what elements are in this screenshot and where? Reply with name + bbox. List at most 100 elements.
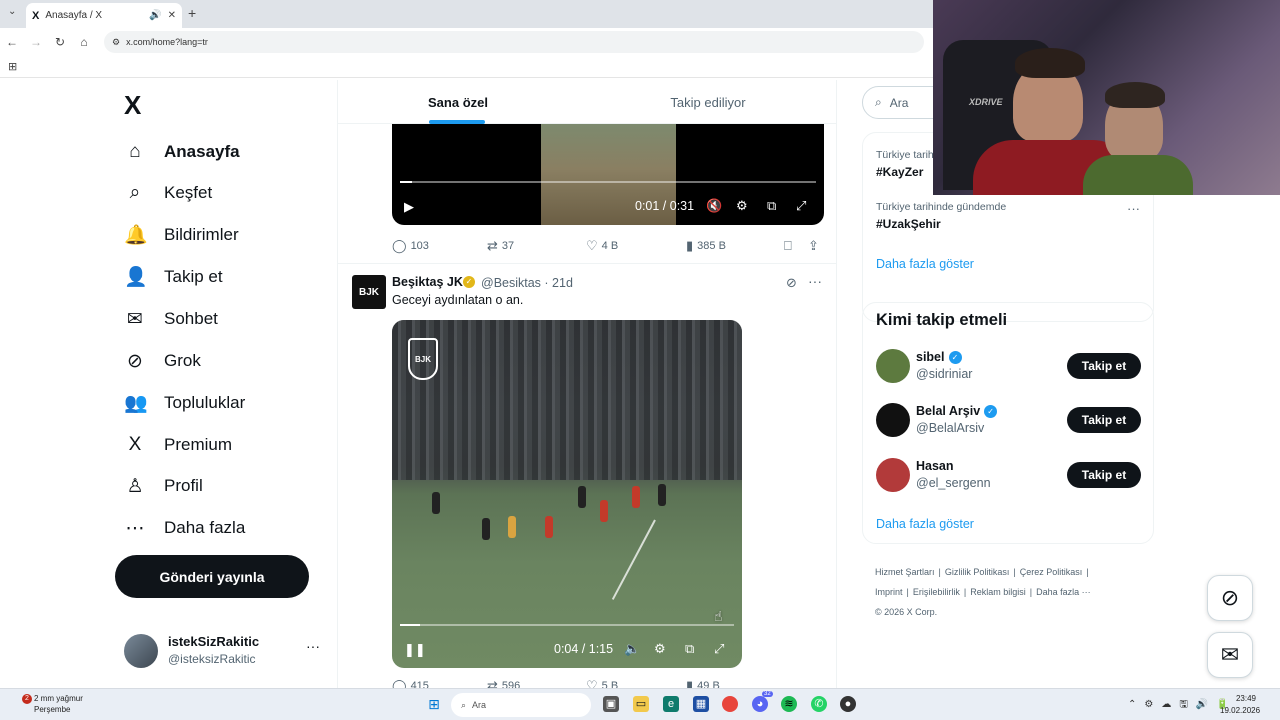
views-button[interactable]: ▮ 49 B: [686, 678, 720, 688]
repost-button[interactable]: ⇄ 596: [487, 678, 520, 688]
nav-item-mail[interactable]: ✉ Sohbet: [124, 303, 218, 335]
site-info-icon[interactable]: ⚙: [112, 37, 120, 48]
browser-tab[interactable]: X Anasayfa / X 🔊 ✕: [26, 3, 182, 28]
windows-start-icon[interactable]: ⊞: [426, 696, 442, 712]
like-button[interactable]: ♡ 5 B: [586, 678, 618, 688]
nav-item-home[interactable]: ⌂ Anasayfa: [124, 136, 239, 168]
clock[interactable]: 23:49 19.02.2026: [1220, 693, 1260, 717]
tweet[interactable]: BJK Beşiktaş JK ✓ @Besiktas · 21d Geceyi…: [338, 263, 836, 688]
suggestion-name[interactable]: sibel ✓: [916, 350, 962, 364]
video-progress-track[interactable]: [400, 181, 816, 183]
apps-grid-icon[interactable]: ⊞: [8, 60, 17, 73]
grok-icon[interactable]: ⊘: [786, 275, 797, 291]
fullscreen-icon[interactable]: ⤢: [714, 641, 724, 657]
follow-button[interactable]: Takip et: [1067, 407, 1141, 433]
account-switcher[interactable]: istekSizRakitic @isteksizRakitic ···: [124, 632, 324, 672]
pip-icon[interactable]: ⧉: [767, 198, 776, 214]
avatar[interactable]: [876, 458, 910, 492]
store-icon[interactable]: ▦: [693, 696, 709, 712]
player: [632, 486, 640, 508]
pip-icon[interactable]: ⧉: [685, 641, 694, 657]
taskbar-search[interactable]: ⌕ Ara: [451, 693, 591, 717]
nav-item-profile[interactable]: ♙ Profil: [124, 470, 202, 502]
video-player[interactable]: ▶ 0:01 / 0:31 🔇 ⚙ ⧉ ⤢: [392, 124, 824, 225]
nav-item-grok[interactable]: ⊘ Grok: [124, 345, 201, 377]
x-logo-icon[interactable]: X: [124, 90, 141, 121]
video-player[interactable]: BJK ❚❚ 0:04 / 1:15 🔈 ⚙ ⧉ ⤢: [392, 320, 742, 668]
nav-item-bell[interactable]: 🔔 Bildirimler: [124, 219, 239, 251]
tweet-author[interactable]: Beşiktaş JK: [392, 275, 463, 289]
nav-item-communities[interactable]: 👥 Topluluklar: [124, 387, 245, 419]
share-icon[interactable]: ⇪: [808, 238, 819, 254]
speaker-icon[interactable]: 🔊: [149, 10, 161, 21]
more-dots-icon[interactable]: ···: [1127, 201, 1140, 216]
back-icon[interactable]: ←: [0, 35, 24, 49]
nav-item-more-circle[interactable]: ⋯ Daha fazla: [124, 512, 246, 544]
file-explorer-icon[interactable]: ▭: [633, 696, 649, 712]
avatar[interactable]: [876, 349, 910, 383]
trends-show-more-link[interactable]: Daha fazla göster: [876, 257, 974, 271]
grok-fab-icon[interactable]: ⊘: [1207, 575, 1253, 621]
repost-count: 37: [501, 240, 515, 252]
footer-link[interactable]: Erişilebilirlik: [913, 587, 960, 597]
follow-button[interactable]: Takip et: [1067, 462, 1141, 488]
trend-name[interactable]: #KayZer: [876, 165, 923, 179]
who-to-follow-show-more-link[interactable]: Daha fazla göster: [876, 517, 974, 531]
like-button[interactable]: ♡ 4 B: [586, 238, 618, 254]
app-icon[interactable]: ●: [840, 696, 856, 712]
fullscreen-icon[interactable]: ⤢: [796, 198, 806, 214]
edge-icon[interactable]: e: [663, 696, 679, 712]
weather-widget[interactable]: 2 mm yağmur Perşembe: [34, 693, 83, 715]
task-view-icon[interactable]: ▣: [603, 696, 619, 712]
trend-name[interactable]: #UzakŞehir: [876, 217, 941, 231]
tab-search-icon[interactable]: ⌄: [8, 6, 16, 17]
messages-fab-icon[interactable]: ✉: [1207, 632, 1253, 678]
post-button[interactable]: Gönderi yayınla: [115, 555, 309, 598]
footer-link[interactable]: Reklam bilgisi: [970, 587, 1026, 597]
new-tab-button[interactable]: +: [188, 5, 196, 21]
more-dots-icon[interactable]: ···: [808, 273, 822, 289]
footer-link[interactable]: © 2026 X Corp.: [875, 607, 937, 617]
reload-icon[interactable]: ↻: [48, 35, 72, 49]
bookmarks-bar: ⊞: [0, 56, 933, 78]
footer-link[interactable]: Çerez Politikası: [1020, 567, 1083, 577]
pause-icon[interactable]: ❚❚: [404, 642, 426, 658]
settings-icon[interactable]: ⚙: [654, 641, 666, 657]
follow-button[interactable]: Takip et: [1067, 353, 1141, 379]
nav-item-search[interactable]: ⌕ Keşfet: [124, 177, 213, 209]
mute-icon[interactable]: 🔇: [706, 198, 722, 214]
video-progress-track[interactable]: [400, 624, 734, 626]
avatar[interactable]: BJK: [352, 275, 386, 309]
home-browser-icon[interactable]: ⌂: [72, 35, 96, 49]
nav-item-x-premium[interactable]: X Premium: [124, 429, 232, 461]
footer-link[interactable]: Daha fazla ···: [1036, 587, 1091, 597]
suggestion-name[interactable]: Belal Arşiv ✓: [916, 404, 998, 418]
tab-for-you[interactable]: Sana özel: [338, 80, 578, 124]
player: [482, 518, 490, 540]
video-progress-fill: [400, 624, 420, 626]
footer-separator: |: [1013, 567, 1016, 577]
bookmark-icon[interactable]: ⎕: [784, 238, 792, 254]
url-field[interactable]: ⚙ x.com/home?lang=tr: [104, 31, 924, 53]
footer-link[interactable]: Imprint: [875, 587, 903, 597]
settings-icon[interactable]: ⚙: [736, 198, 748, 214]
volume-icon[interactable]: 🔈: [624, 641, 640, 657]
discord-icon[interactable]: ◕: [752, 696, 768, 712]
nav-item-follow[interactable]: 👤 Takip et: [124, 261, 223, 293]
avatar[interactable]: [876, 403, 910, 437]
reply-button[interactable]: ◯ 415: [392, 678, 429, 688]
views-button[interactable]: ▮ 385 B: [686, 238, 726, 254]
forward-icon[interactable]: →: [24, 35, 48, 49]
close-tab-icon[interactable]: ✕: [168, 10, 176, 21]
chrome-icon[interactable]: [722, 696, 738, 712]
repost-button[interactable]: ⇄ 37: [487, 238, 514, 254]
spotify-icon[interactable]: ≋: [781, 696, 797, 712]
footer-link[interactable]: Gizlilik Politikası: [945, 567, 1010, 577]
reply-button[interactable]: ◯ 103: [392, 238, 429, 254]
whatsapp-icon[interactable]: ✆: [811, 696, 827, 712]
play-icon[interactable]: ▶: [404, 199, 414, 215]
more-dots-icon[interactable]: ···: [306, 638, 320, 654]
suggestion-name[interactable]: Hasan: [916, 459, 954, 473]
tab-following[interactable]: Takip ediliyor: [588, 80, 828, 124]
footer-link[interactable]: Hizmet Şartları: [875, 567, 935, 577]
